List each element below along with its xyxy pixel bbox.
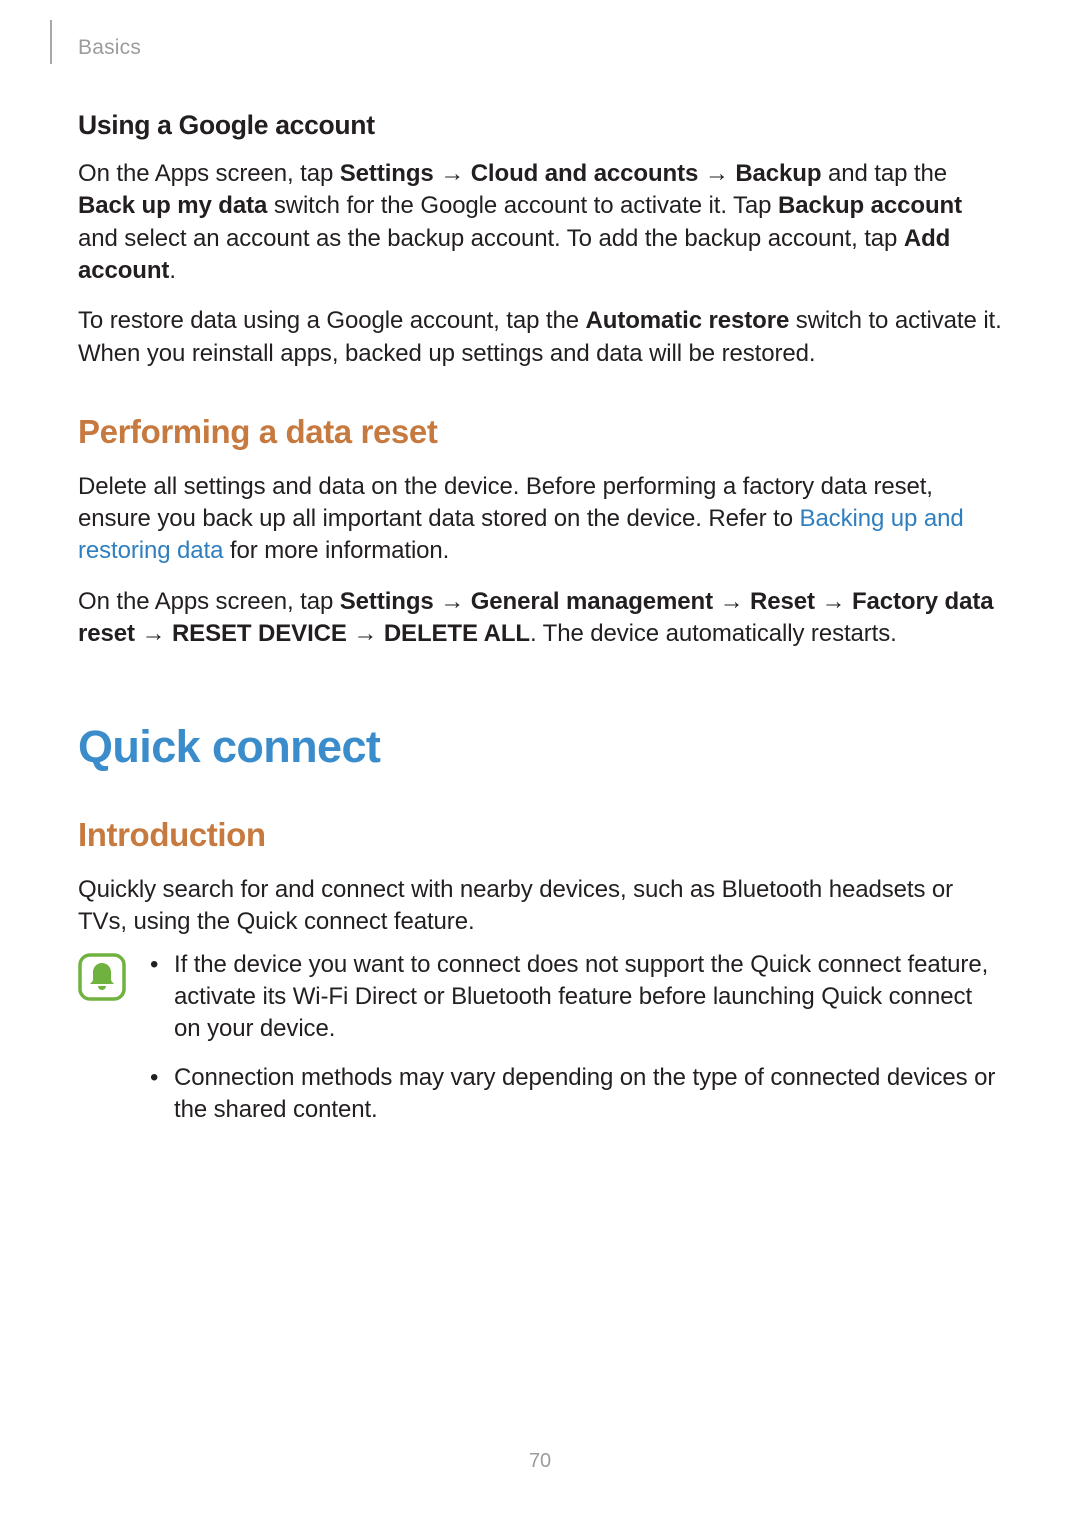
text: On the Apps screen, tap (78, 160, 340, 187)
text: To restore data using a Google account, … (78, 307, 586, 334)
arrow: → (713, 588, 750, 615)
manual-page: Basics Using a Google account On the App… (0, 0, 1080, 1527)
text: switch for the Google account to activat… (267, 192, 778, 219)
page-number: 70 (0, 1448, 1080, 1475)
bold-back-up-my-data: Back up my data (78, 192, 267, 219)
note-block: If the device you want to connect does n… (78, 949, 1002, 1143)
paragraph-reset-1: Delete all settings and data on the devi… (78, 471, 1002, 568)
heading-data-reset: Performing a data reset (78, 410, 1002, 455)
page-header: Basics (0, 30, 1080, 70)
bold-delete-all: DELETE ALL (384, 620, 530, 647)
text: . (169, 257, 176, 284)
breadcrumb: Basics (78, 34, 141, 62)
bold-cloud-accounts: Cloud and accounts (471, 160, 699, 187)
heading-google-account: Using a Google account (78, 108, 1002, 144)
text: and tap the (821, 160, 947, 187)
bold-reset: Reset (750, 588, 815, 615)
paragraph-google-2: To restore data using a Google account, … (78, 305, 1002, 370)
note-bell-icon (78, 953, 126, 1001)
bold-general-management: General management (471, 588, 713, 615)
arrow: → (347, 620, 384, 647)
text: On the Apps screen, tap (78, 588, 340, 615)
arrow: → (434, 160, 471, 187)
arrow: → (815, 588, 852, 615)
text: and select an account as the backup acco… (78, 225, 904, 252)
arrow: → (135, 620, 172, 647)
note-item: Connection methods may vary depending on… (148, 1062, 1002, 1127)
bold-settings: Settings (340, 160, 434, 187)
arrow: → (698, 160, 735, 187)
header-rule (50, 20, 52, 64)
note-list: If the device you want to connect does n… (148, 949, 1002, 1143)
bold-settings: Settings (340, 588, 434, 615)
page-content: Using a Google account On the Apps scree… (78, 108, 1002, 1143)
heading-introduction: Introduction (78, 813, 1002, 858)
heading-quick-connect: Quick connect (78, 717, 1002, 778)
paragraph-reset-2: On the Apps screen, tap Settings → Gener… (78, 586, 1002, 651)
bold-reset-device: RESET DEVICE (172, 620, 347, 647)
text: for more information. (223, 537, 449, 564)
note-item: If the device you want to connect does n… (148, 949, 1002, 1046)
arrow: → (434, 588, 471, 615)
paragraph-google-1: On the Apps screen, tap Settings → Cloud… (78, 158, 1002, 288)
paragraph-intro: Quickly search for and connect with near… (78, 874, 1002, 939)
bold-backup: Backup (735, 160, 821, 187)
bold-backup-account: Backup account (778, 192, 962, 219)
text: . The device automatically restarts. (530, 620, 897, 647)
bold-automatic-restore: Automatic restore (586, 307, 790, 334)
